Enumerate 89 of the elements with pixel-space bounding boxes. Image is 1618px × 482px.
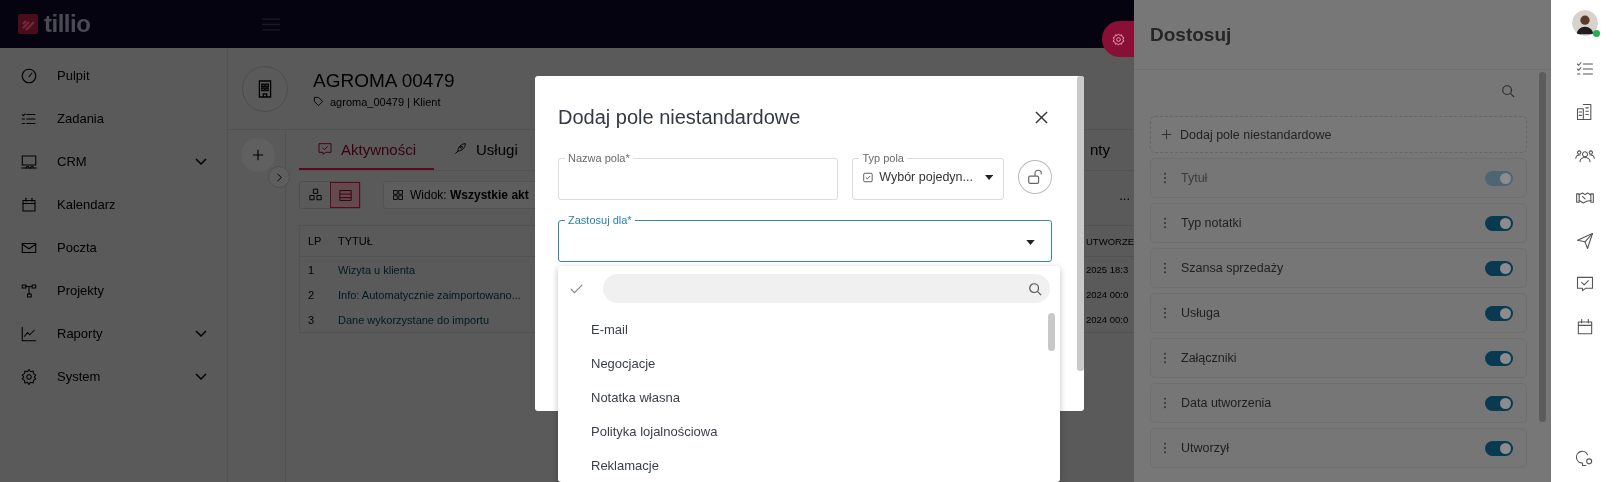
chat-check-icon bbox=[317, 141, 333, 157]
tab[interactable]: Usługi bbox=[434, 130, 536, 170]
drag-handle-icon[interactable] bbox=[1163, 217, 1167, 229]
sidebar-item[interactable]: System bbox=[0, 355, 227, 398]
caret-icon bbox=[984, 174, 994, 180]
record-title: AGROMA 00479 bbox=[313, 69, 455, 92]
table-cell-text: 1 bbox=[307, 263, 316, 276]
sidebar-item[interactable]: Poczta bbox=[0, 226, 227, 269]
field-label: Szansa sprzedaży bbox=[1181, 261, 1285, 275]
toggle-switch[interactable] bbox=[1485, 305, 1513, 321]
dialog-title: Dodaj pole niestandardowe bbox=[558, 105, 801, 129]
toggle-switch[interactable] bbox=[1485, 350, 1513, 366]
table-cell-text: 2024 00:0 bbox=[1086, 314, 1130, 325]
drag-handle-icon[interactable] bbox=[1163, 442, 1167, 454]
close-icon[interactable] bbox=[1035, 110, 1048, 124]
sidebar-item[interactable]: Kalendarz bbox=[0, 183, 227, 226]
record-subtitle: agroma_00479 | Klient bbox=[330, 95, 441, 108]
panel-title: Dostosuj bbox=[1150, 23, 1232, 46]
settings-icon bbox=[1111, 31, 1126, 47]
view-selector[interactable]: Widok: Wszystkie akt bbox=[383, 181, 538, 209]
presentation-icon bbox=[20, 152, 38, 171]
field-label: Tytuł bbox=[1181, 171, 1209, 185]
add-button[interactable] bbox=[241, 138, 275, 172]
drag-handle-icon[interactable] bbox=[1163, 262, 1167, 274]
dropdown-option[interactable]: Notatka własna bbox=[558, 380, 1046, 414]
unlocked-icon bbox=[1026, 168, 1045, 186]
user-avatar[interactable] bbox=[1571, 10, 1598, 36]
search-field[interactable] bbox=[603, 274, 1050, 303]
dropdown-option[interactable]: Reklamacje bbox=[558, 448, 1046, 482]
tab[interactable]: Aktywności bbox=[299, 130, 435, 170]
table-cell-text: 3 bbox=[307, 313, 316, 326]
scrollbar[interactable] bbox=[1048, 313, 1055, 351]
hierarchy-icon bbox=[20, 281, 38, 300]
toggle-switch[interactable] bbox=[1485, 440, 1513, 456]
scrollbar[interactable] bbox=[1539, 72, 1546, 422]
table-cell-text: 2024 00:0 bbox=[1086, 289, 1130, 300]
calendar-icon bbox=[20, 195, 38, 214]
field-label: Załączniki bbox=[1181, 351, 1238, 365]
checkbox-icon bbox=[863, 171, 874, 183]
toggle-switch[interactable] bbox=[1485, 215, 1513, 231]
chat-check-icon[interactable] bbox=[1574, 274, 1595, 294]
chevron-right-icon bbox=[276, 172, 282, 182]
caret-icon bbox=[1026, 240, 1035, 245]
more-button[interactable]: ... bbox=[1119, 187, 1130, 203]
plus-icon bbox=[252, 149, 264, 161]
search-icon bbox=[1028, 281, 1042, 296]
settings-icon bbox=[20, 367, 38, 386]
check-icon[interactable] bbox=[570, 283, 583, 294]
drag-handle-icon[interactable] bbox=[1163, 307, 1167, 319]
grid-icon bbox=[392, 189, 404, 201]
lock-button[interactable] bbox=[1018, 160, 1052, 194]
building-icon bbox=[257, 78, 273, 99]
sidebar-item[interactable]: Raporty bbox=[0, 312, 227, 355]
scrollbar[interactable] bbox=[1077, 76, 1084, 371]
add-field-button[interactable]: Dodaj pole niestandardowe bbox=[1150, 116, 1527, 153]
sidebar-item[interactable]: CRM bbox=[0, 140, 227, 183]
input-field[interactable]: Nazwa pola* bbox=[558, 152, 839, 200]
toggle-switch[interactable] bbox=[1485, 395, 1513, 411]
field-label: Typ notatki bbox=[1181, 216, 1243, 230]
table-cell-text: 2025 18:3 bbox=[1086, 264, 1130, 275]
gauge-icon bbox=[20, 66, 38, 85]
column-header: LP bbox=[307, 235, 323, 247]
tab[interactable]: nty bbox=[1090, 130, 1134, 170]
toggle-switch[interactable] bbox=[1485, 260, 1513, 276]
logo-text: tillio bbox=[44, 10, 91, 38]
sidebar-item[interactable]: Zadania bbox=[0, 97, 227, 140]
logo-icon bbox=[18, 14, 38, 34]
table-cell-text: 2 bbox=[307, 288, 316, 301]
select-field[interactable]: Typ pola Wybór pojedyn... bbox=[852, 152, 1005, 200]
dropdown-option[interactable]: Negocjacje bbox=[558, 346, 1046, 380]
dropdown-option[interactable]: Polityka lojalnościowa bbox=[558, 414, 1046, 448]
dropdown-option[interactable]: E-mail bbox=[558, 312, 1046, 346]
chart-icon bbox=[20, 324, 38, 343]
search-icon[interactable] bbox=[1501, 84, 1515, 98]
sidebar-item[interactable]: Projekty bbox=[0, 269, 227, 312]
drag-handle-icon[interactable] bbox=[1163, 352, 1167, 364]
field-label: Utworzył bbox=[1181, 441, 1230, 455]
avatar-silhouette-icon bbox=[1571, 10, 1598, 36]
drag-handle-icon[interactable] bbox=[1163, 397, 1167, 409]
paper-plane-icon[interactable] bbox=[1574, 231, 1595, 251]
field-label: Data utworzenia bbox=[1181, 396, 1273, 410]
sidebar-item[interactable]: Pulpit bbox=[0, 54, 227, 97]
column-header: UTWORZE bbox=[1086, 235, 1134, 247]
table-view-button[interactable] bbox=[330, 182, 360, 208]
column-header: TYTUŁ bbox=[338, 235, 374, 247]
plus-icon bbox=[1161, 129, 1172, 140]
tag-icon bbox=[313, 96, 324, 107]
select-field[interactable]: Zastosuj dla* bbox=[558, 214, 1052, 262]
field-label: Usługa bbox=[1181, 306, 1221, 320]
